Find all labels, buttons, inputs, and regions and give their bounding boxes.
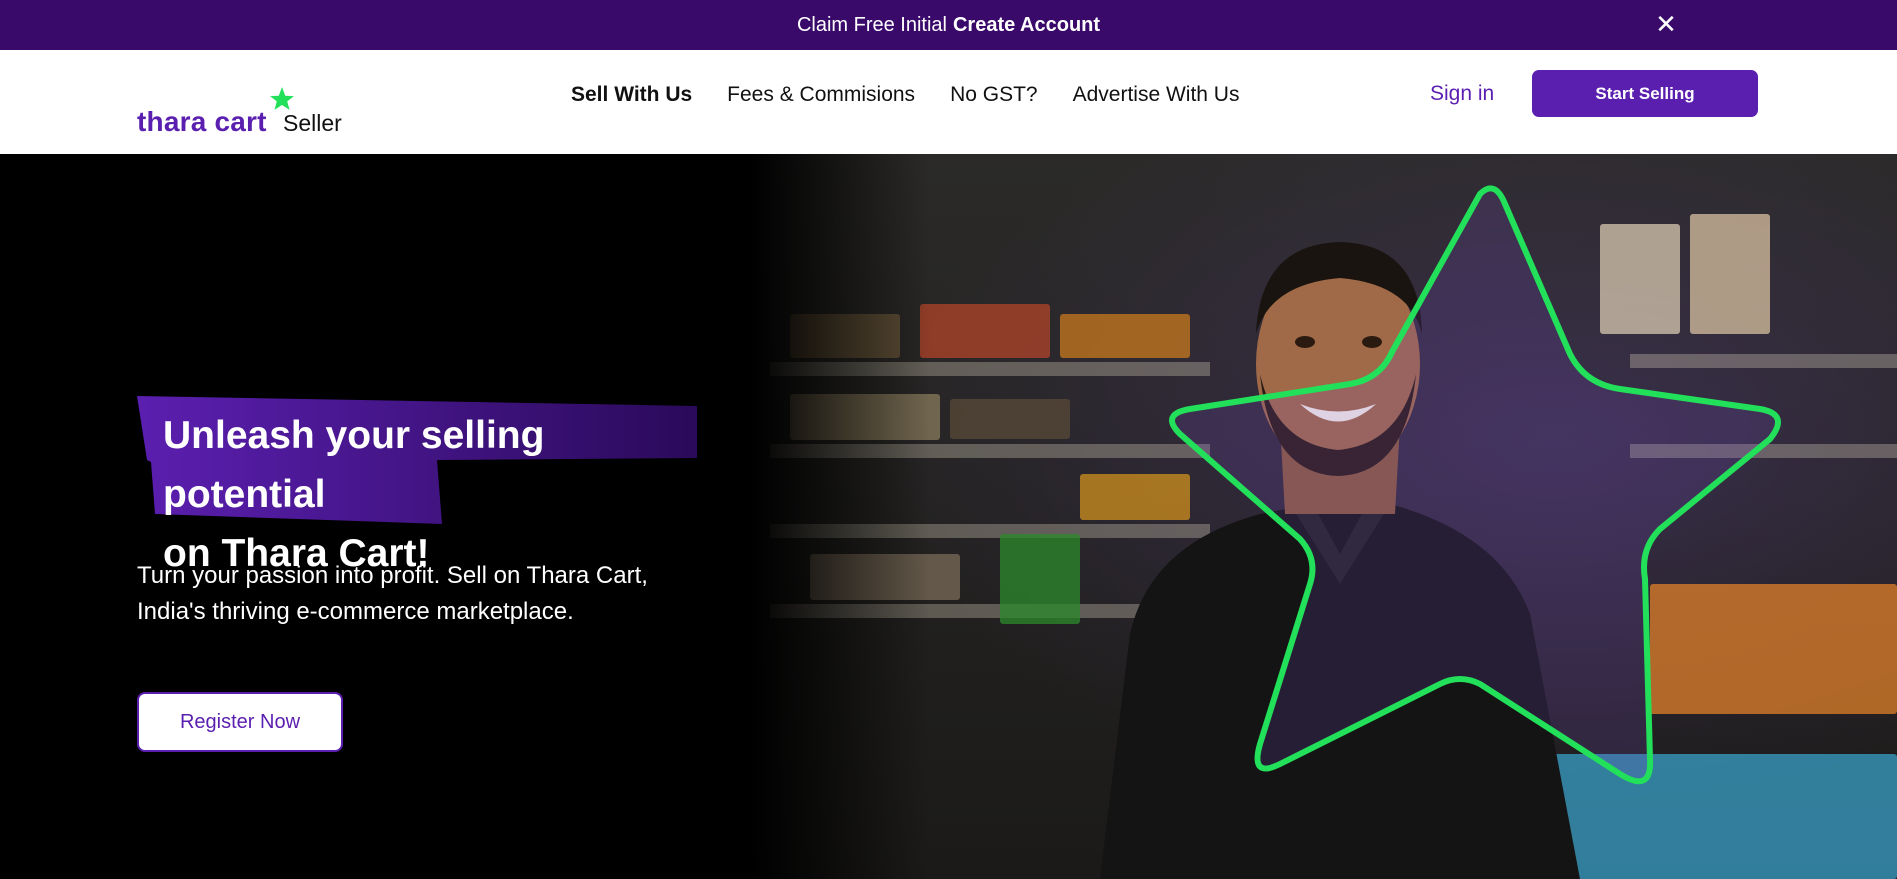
main-nav: Sell With Us Fees & Commisions No GST? A… xyxy=(571,80,1274,110)
nav-no-gst[interactable]: No GST? xyxy=(950,80,1038,110)
hero-headline-line1: Unleash your selling potential xyxy=(163,414,545,516)
register-now-button[interactable]: Register Now xyxy=(137,692,343,752)
logo-brand: thara cart xyxy=(137,106,267,137)
logo-suffix: Seller xyxy=(283,110,342,136)
hero-headline-block: Unleash your selling potential on Thara … xyxy=(137,396,697,575)
hero-subtext-line2: India's thriving e-commerce marketplace. xyxy=(137,598,574,625)
close-icon[interactable]: ✕ xyxy=(1651,10,1681,40)
nav-fees-commissions[interactable]: Fees & Commisions xyxy=(727,80,915,110)
hero-subtext: Turn your passion into profit. Sell on T… xyxy=(137,558,697,630)
create-account-link[interactable]: Create Account xyxy=(953,14,1100,37)
promo-banner: Claim Free Initial Create Account ✕ xyxy=(0,0,1897,50)
nav-advertise-with-us[interactable]: Advertise With Us xyxy=(1073,80,1240,110)
hero-subtext-line1: Turn your passion into profit. Sell on T… xyxy=(137,562,648,589)
logo[interactable]: thara cart Seller xyxy=(137,70,347,140)
promo-text: Claim Free Initial xyxy=(796,13,947,36)
sign-in-link[interactable]: Sign in xyxy=(1430,80,1494,108)
nav-sell-with-us[interactable]: Sell With Us xyxy=(571,80,692,110)
start-selling-button[interactable]: Start Selling xyxy=(1532,70,1758,117)
site-header: thara cart Seller Sell With Us Fees & Co… xyxy=(0,50,1897,154)
star-icon xyxy=(270,87,294,110)
hero-headline: Unleash your selling potential on Thara … xyxy=(163,406,703,583)
star-outline-decoration xyxy=(1169,185,1781,785)
hero-section: Unleash your selling potential on Thara … xyxy=(0,154,1897,879)
image-fade xyxy=(750,154,930,879)
